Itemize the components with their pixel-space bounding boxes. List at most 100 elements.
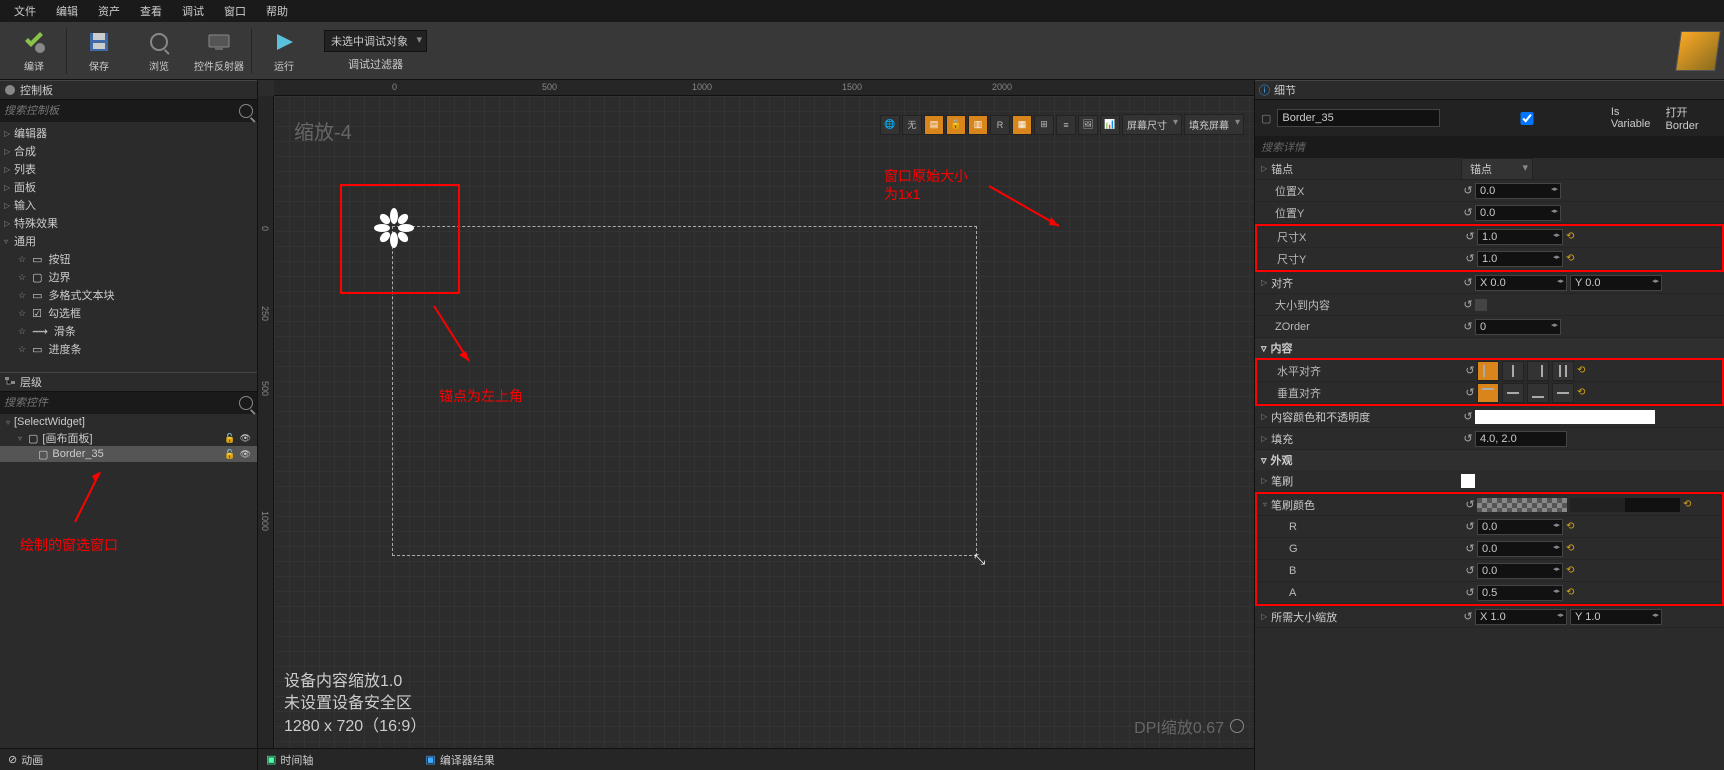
palette-tab[interactable]: 控制板: [0, 80, 257, 100]
reset-r[interactable]: ↺: [1463, 520, 1477, 533]
palette-cat-panel[interactable]: ▷面板: [0, 178, 257, 196]
palette-cat-compose[interactable]: ▷合成: [0, 142, 257, 160]
vp-loc1[interactable]: ▤: [924, 115, 944, 135]
content-color-swatch[interactable]: [1475, 410, 1655, 424]
hier-border[interactable]: ▢Border_35🔓👁: [0, 446, 257, 462]
content-category[interactable]: ▿内容: [1255, 338, 1724, 358]
compiler-results-tab[interactable]: ▣编译器结果: [425, 752, 494, 768]
r-input[interactable]: 0.0◂▸: [1477, 519, 1563, 535]
brush-swatch[interactable]: [1461, 474, 1475, 488]
browse-button[interactable]: 浏览: [131, 26, 187, 76]
dsy-input[interactable]: Y 1.0◂▸: [1570, 609, 1662, 625]
object-name-field[interactable]: [1277, 109, 1440, 127]
reset-zorder[interactable]: ↺: [1461, 320, 1475, 333]
palette-search-input[interactable]: [4, 105, 239, 117]
revert-r[interactable]: ⟲: [1566, 521, 1574, 532]
hier-canvas[interactable]: ▿▢[画布面板]🔓👁: [0, 430, 257, 446]
palette-item-border[interactable]: ☆▢边界: [0, 268, 257, 286]
revert-sizex[interactable]: ⟲: [1566, 231, 1574, 242]
reset-pad[interactable]: ↺: [1461, 432, 1475, 445]
sizey-input[interactable]: 1.0◂▸: [1477, 251, 1563, 267]
size-to-content-checkbox[interactable]: [1475, 299, 1487, 311]
canvas[interactable]: 缩放-4 🌐 无 ▤ 🔒 ▥ R ▦ ⊞ ≡ 🖼 📊 屏幕尺寸 填充屏幕: [274, 96, 1254, 748]
reset-g[interactable]: ↺: [1463, 542, 1477, 555]
sizex-input[interactable]: 1.0◂▸: [1477, 229, 1563, 245]
vp-grid[interactable]: ▦: [1012, 115, 1032, 135]
reset-ccolor[interactable]: ↺: [1461, 410, 1475, 423]
eye-icon[interactable]: 👁: [240, 449, 251, 460]
reflector-button[interactable]: 控件反射器: [191, 26, 247, 76]
palette-cat-input[interactable]: ▷输入: [0, 196, 257, 214]
vp-img[interactable]: 🖼: [1078, 115, 1098, 135]
hierarchy-tab[interactable]: 层级: [0, 372, 257, 392]
menu-debug[interactable]: 调试: [174, 1, 212, 21]
lock-icon[interactable]: 🔓: [224, 433, 235, 444]
reset-sizex[interactable]: ↺: [1463, 230, 1477, 243]
g-input[interactable]: 0.0◂▸: [1477, 541, 1563, 557]
palette-cat-common[interactable]: ▿通用: [0, 232, 257, 250]
resize-handle[interactable]: ⤡: [974, 551, 985, 568]
debug-target-combo[interactable]: 未选中调试对象: [324, 30, 427, 52]
revert-g[interactable]: ⟲: [1566, 543, 1574, 554]
reset-stc[interactable]: ↺: [1461, 298, 1475, 311]
palette-search[interactable]: [0, 100, 257, 122]
halign-fill[interactable]: [1552, 361, 1574, 381]
brushcolor-swatch-l[interactable]: [1477, 498, 1567, 512]
anchor-preset-button[interactable]: 锚点: [1461, 158, 1533, 180]
revert-b[interactable]: ⟲: [1566, 565, 1574, 576]
revert-halign[interactable]: ⟲: [1577, 365, 1585, 376]
posy-input[interactable]: 0.0◂▸: [1475, 205, 1561, 221]
menu-file[interactable]: 文件: [6, 1, 44, 21]
lock-icon[interactable]: 🔓: [224, 449, 235, 460]
reset-bcolor[interactable]: ↺: [1463, 498, 1477, 511]
valign-top[interactable]: [1477, 383, 1499, 403]
reset-sizey[interactable]: ↺: [1463, 252, 1477, 265]
hier-root[interactable]: ▿[SelectWidget]: [0, 414, 257, 430]
timeline-tab[interactable]: ▣时间轴: [266, 752, 313, 768]
palette-cat-list[interactable]: ▷列表: [0, 160, 257, 178]
alignx-input[interactable]: X 0.0◂▸: [1475, 275, 1567, 291]
details-search[interactable]: 搜索详情: [1255, 136, 1724, 158]
reset-align[interactable]: ↺: [1461, 276, 1475, 289]
appearance-category[interactable]: ▿外观: [1255, 450, 1724, 470]
vp-globe[interactable]: 🌐: [880, 115, 900, 135]
revert-valign[interactable]: ⟲: [1577, 387, 1585, 398]
eye-icon[interactable]: 👁: [240, 433, 251, 444]
palette-item-progress[interactable]: ☆▭进度条: [0, 340, 257, 358]
vp-lock[interactable]: 🔒: [946, 115, 966, 135]
valign-center[interactable]: [1502, 383, 1524, 403]
b-input[interactable]: 0.0◂▸: [1477, 563, 1563, 579]
vp-lines[interactable]: ≡: [1056, 115, 1076, 135]
is-variable-checkbox[interactable]: Is Variable: [1446, 106, 1660, 130]
palette-item-richtext[interactable]: ☆▭多格式文本块: [0, 286, 257, 304]
vp-fillscreen-combo[interactable]: 填充屏幕: [1184, 114, 1244, 135]
reset-posy[interactable]: ↺: [1461, 206, 1475, 219]
padding-input[interactable]: 4.0, 2.0: [1475, 431, 1567, 447]
save-button[interactable]: 保存: [71, 26, 127, 76]
run-button[interactable]: 运行: [256, 26, 312, 76]
vp-grid2[interactable]: ⊞: [1034, 115, 1054, 135]
anchors-label[interactable]: 锚点: [1271, 161, 1293, 177]
menu-window[interactable]: 窗口: [216, 1, 254, 21]
vp-loc3[interactable]: ▥: [968, 115, 988, 135]
viewport[interactable]: 0 500 1000 1500 2000 0 250 500 1000 缩放-4…: [258, 80, 1254, 748]
reset-valign[interactable]: ↺: [1463, 386, 1477, 399]
menu-help[interactable]: 帮助: [258, 1, 296, 21]
vp-r[interactable]: R: [990, 115, 1010, 135]
a-input[interactable]: 0.5◂▸: [1477, 585, 1563, 601]
halign-right[interactable]: [1527, 361, 1549, 381]
vp-chart[interactable]: 📊: [1100, 115, 1120, 135]
hierarchy-search[interactable]: [0, 392, 257, 414]
vp-screensize-combo[interactable]: 屏幕尺寸: [1122, 114, 1182, 135]
palette-cat-editor[interactable]: ▷编辑器: [0, 124, 257, 142]
anim-tab[interactable]: ⊘动画: [8, 752, 43, 768]
reset-posx[interactable]: ↺: [1461, 184, 1475, 197]
menu-edit[interactable]: 编辑: [48, 1, 86, 21]
menu-asset[interactable]: 资产: [90, 1, 128, 21]
palette-item-checkbox[interactable]: ☆☑勾选框: [0, 304, 257, 322]
vp-none[interactable]: 无: [902, 115, 922, 135]
dsx-input[interactable]: X 1.0◂▸: [1475, 609, 1567, 625]
posx-input[interactable]: 0.0◂▸: [1475, 183, 1561, 199]
revert-sizey[interactable]: ⟲: [1566, 253, 1574, 264]
open-border-link[interactable]: 打开Border: [1666, 104, 1718, 132]
